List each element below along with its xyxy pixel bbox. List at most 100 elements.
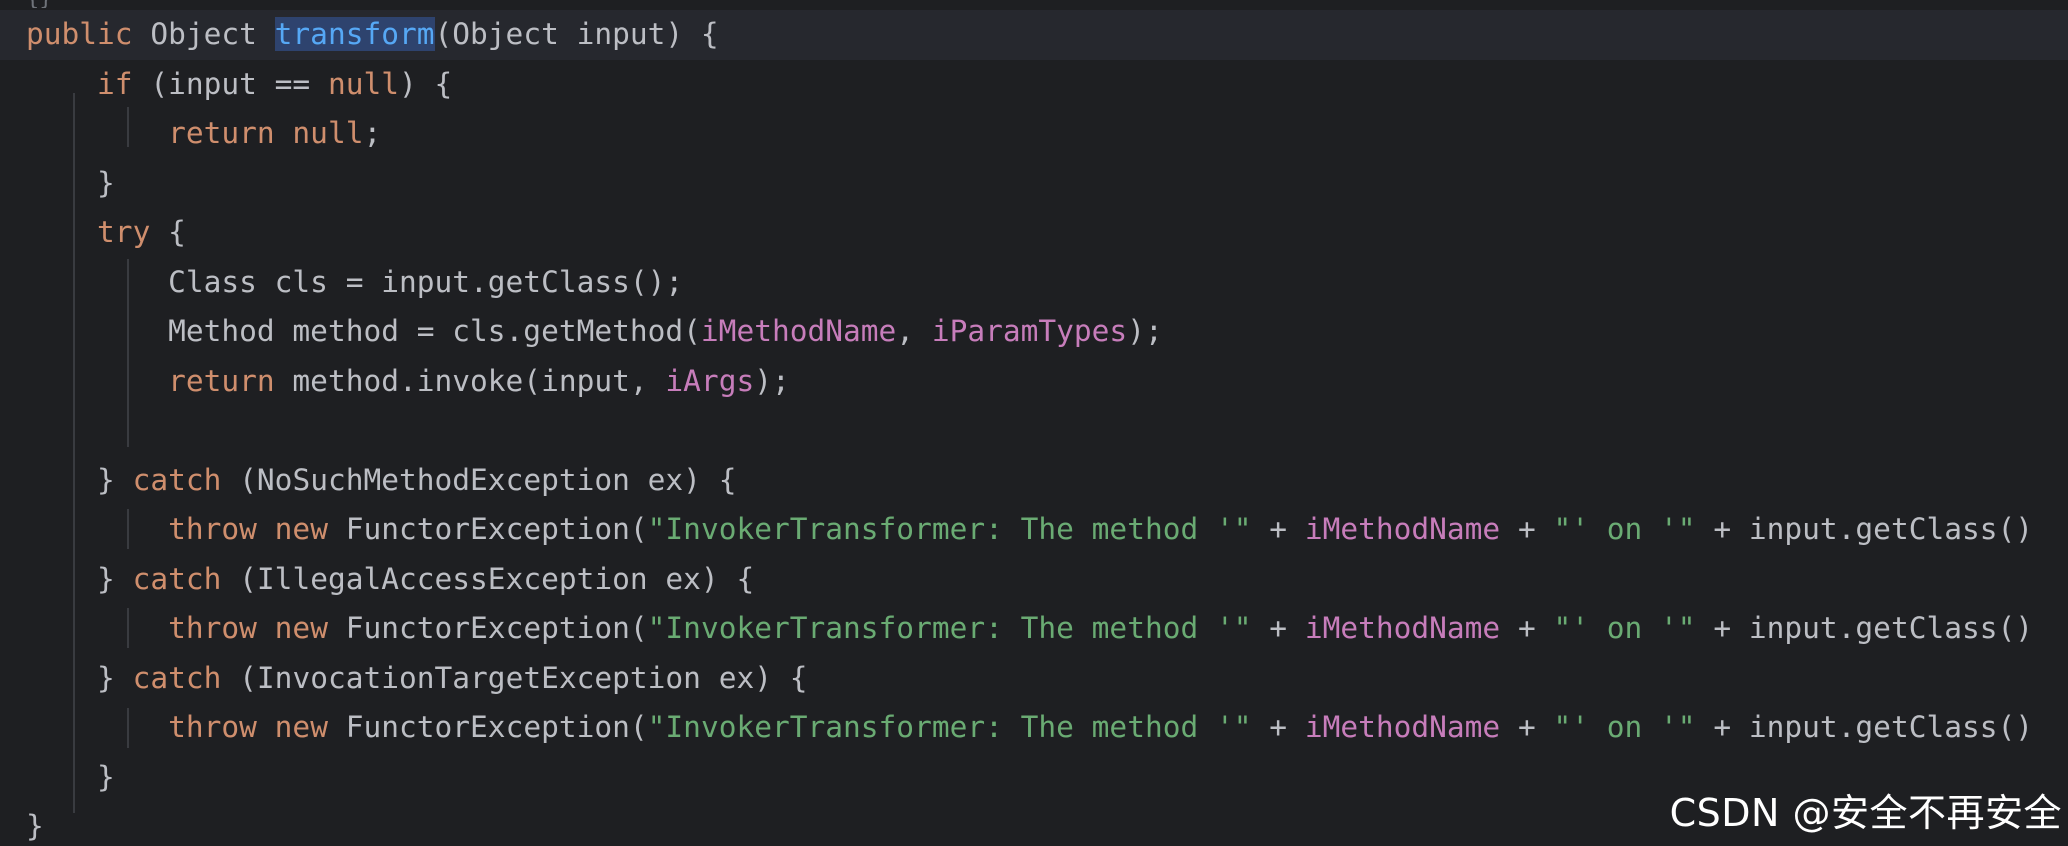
code-line[interactable]: return method.invoke(input, iArgs); <box>0 357 2068 407</box>
code-token: Object <box>150 17 275 51</box>
code-line[interactable]: } catch (IllegalAccessException ex) { <box>0 555 2068 605</box>
code-editor[interactable]: {} public Object transform(Object input)… <box>0 0 2068 846</box>
code-token: + <box>1251 512 1305 546</box>
code-line[interactable]: return null; <box>0 109 2068 159</box>
code-keyword: try <box>97 215 169 249</box>
indent-guide <box>127 708 129 748</box>
code-keyword: throw <box>168 710 275 744</box>
code-line[interactable]: if (input == null) { <box>0 60 2068 110</box>
code-field: iMethodName <box>700 314 897 348</box>
code-field: iMethodName <box>1304 611 1501 645</box>
indent-guide <box>127 509 129 549</box>
code-keyword: return <box>168 116 293 150</box>
code-token: (input == <box>150 66 328 101</box>
code-field: iMethodName <box>1304 512 1501 546</box>
code-token: + <box>1251 710 1305 744</box>
code-token: + <box>1500 611 1554 645</box>
code-token: } <box>26 809 44 843</box>
code-token: + <box>1500 512 1554 546</box>
code-token: Method method = cls.getMethod( <box>168 314 701 348</box>
code-token: ) { <box>399 66 453 101</box>
code-keyword: throw <box>168 611 275 645</box>
code-keyword: null <box>327 66 399 101</box>
code-keyword: null <box>292 116 364 150</box>
code-token: } <box>97 462 133 497</box>
code-keyword: catch <box>132 660 240 695</box>
code-string: "InvokerTransformer: The method '" <box>647 710 1252 744</box>
code-token: ); <box>1127 314 1163 348</box>
code-field: iMethodName <box>1304 710 1501 744</box>
indent-guide <box>73 93 75 813</box>
code-token: FunctorException( <box>345 611 648 645</box>
code-line[interactable]: } catch (InvocationTargetException ex) { <box>0 654 2068 704</box>
code-token: (IllegalAccessException ex) { <box>239 561 755 596</box>
csdn-watermark: CSDN @安全不再安全 <box>1669 791 2062 835</box>
code-string: "InvokerTransformer: The method '" <box>647 611 1252 645</box>
code-line[interactable]: } <box>0 159 2068 209</box>
code-line[interactable]: public Object transform(Object input) { <box>0 10 2068 60</box>
code-string: "' on '" <box>1553 611 1696 645</box>
code-token: , <box>896 314 932 348</box>
code-token: } <box>97 165 115 200</box>
code-token: FunctorException( <box>345 710 648 744</box>
code-token: Class cls = input.getClass(); <box>168 264 684 299</box>
indent-guide <box>127 608 129 648</box>
indent-guide <box>127 107 129 147</box>
code-keyword: return <box>168 363 293 398</box>
code-line[interactable]: throw new FunctorException("InvokerTrans… <box>0 604 2068 654</box>
code-string: "InvokerTransformer: The method '" <box>647 512 1252 546</box>
code-field: iArgs <box>665 363 755 398</box>
code-keyword: throw <box>168 512 275 546</box>
code-token: ; <box>363 116 382 150</box>
code-keyword: catch <box>132 462 240 497</box>
folded-region-marker[interactable]: {} <box>26 0 56 8</box>
code-line[interactable]: throw new FunctorException("InvokerTrans… <box>0 703 2068 753</box>
code-keyword: if <box>97 66 151 101</box>
code-token: } <box>97 561 133 596</box>
code-token: method.invoke(input, <box>292 363 666 398</box>
code-keyword: new <box>274 710 346 744</box>
code-line[interactable]: } catch (NoSuchMethodException ex) { <box>0 456 2068 506</box>
code-token: (InvocationTargetException ex) { <box>239 660 808 695</box>
code-token: + input.getClass() <box>1695 710 2034 744</box>
code-token: + <box>1251 611 1305 645</box>
code-method-name: transform <box>274 17 435 51</box>
code-keyword: new <box>274 512 346 546</box>
code-string: "' on '" <box>1553 710 1696 744</box>
code-token: (NoSuchMethodException ex) { <box>239 462 737 497</box>
code-field: iParamTypes <box>931 314 1128 348</box>
code-keyword: catch <box>132 561 240 596</box>
code-token: + input.getClass() <box>1695 611 2034 645</box>
code-token: FunctorException( <box>345 512 648 546</box>
code-line[interactable]: throw new FunctorException("InvokerTrans… <box>0 505 2068 555</box>
code-keyword: new <box>274 611 346 645</box>
code-keyword: public <box>26 17 151 51</box>
code-token: + input.getClass() <box>1695 512 2034 546</box>
code-token: } <box>97 660 133 695</box>
code-token: ); <box>754 363 790 398</box>
code-line[interactable] <box>0 406 2068 456</box>
code-token: + <box>1500 710 1554 744</box>
code-line[interactable]: Class cls = input.getClass(); <box>0 258 2068 308</box>
code-token: (Object input) { <box>434 17 719 51</box>
code-token: } <box>97 759 115 794</box>
code-token: { <box>168 215 186 249</box>
code-line[interactable]: try { <box>0 208 2068 258</box>
code-line[interactable]: Method method = cls.getMethod(iMethodNam… <box>0 307 2068 357</box>
code-string: "' on '" <box>1553 512 1696 546</box>
indent-guide <box>127 259 129 447</box>
